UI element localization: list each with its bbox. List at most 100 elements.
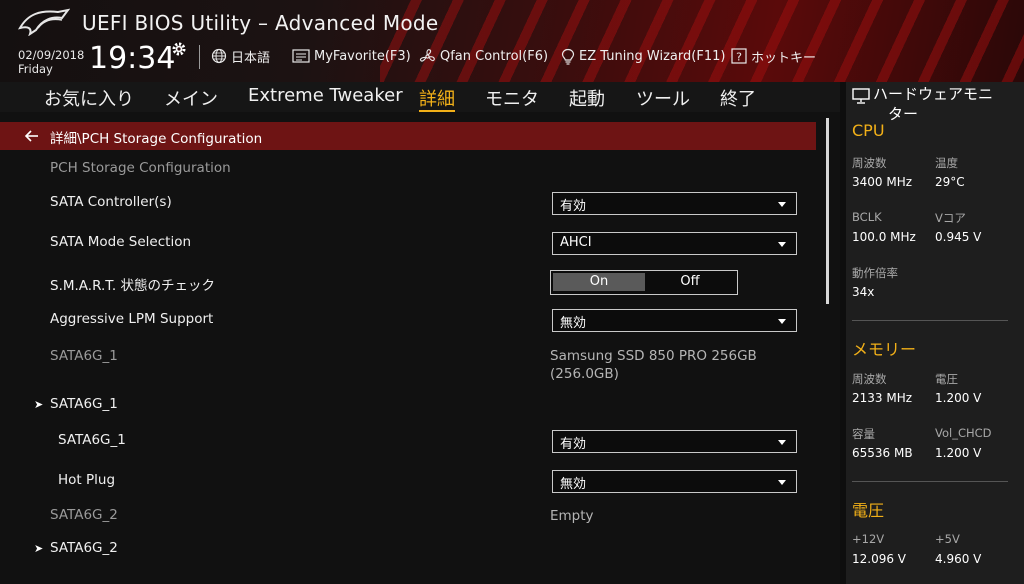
plus5v-label: +5V xyxy=(935,532,960,546)
hot-plug-dropdown[interactable]: 無効 xyxy=(552,470,797,493)
tab-extreme-tweaker[interactable]: Extreme Tweaker xyxy=(248,85,403,106)
divider xyxy=(852,481,1008,482)
date-display: 02/09/2018 xyxy=(18,48,85,62)
chevron-down-icon xyxy=(778,480,786,485)
memory-voltage-value: 1.200 V xyxy=(935,391,982,405)
chevron-down-icon xyxy=(778,242,786,247)
favorite-list-icon xyxy=(292,49,310,63)
tab-favorites[interactable]: お気に入り xyxy=(44,85,134,111)
sata-mode-dropdown[interactable]: AHCI xyxy=(552,232,797,255)
vcore-label: Vコア xyxy=(935,211,966,225)
sata6g-1-device-name: Samsung SSD 850 PRO 256GB xyxy=(550,348,757,364)
sata6g-1-port-dropdown[interactable]: 有効 xyxy=(552,430,797,453)
myfavorite-button[interactable]: MyFavorite(F3) xyxy=(292,46,411,66)
globe-icon xyxy=(211,48,227,64)
section-title: PCH Storage Configuration xyxy=(50,160,231,176)
aggressive-lpm-label: Aggressive LPM Support xyxy=(50,311,214,327)
title-bar: UEFI BIOS Utility – Advanced Mode 02/09/… xyxy=(0,0,1024,82)
main-menu-bar: お気に入り メイン Extreme Tweaker 詳細 モニタ 起動 ツール … xyxy=(0,82,840,112)
bclk-label: BCLK xyxy=(852,210,882,224)
tab-tool[interactable]: ツール xyxy=(636,85,690,111)
sata-controller-dropdown[interactable]: 有効 xyxy=(552,192,797,215)
sata6g-2-submenu[interactable]: SATA6G_2 xyxy=(50,540,118,556)
sata6g-1-info-label: SATA6G_1 xyxy=(50,348,118,364)
memory-frequency-label: 周波数 xyxy=(852,372,887,386)
plus12v-value: 12.096 V xyxy=(852,552,907,566)
cpu-temperature-label: 温度 xyxy=(935,156,958,170)
cpu-frequency-value: 3400 MHz xyxy=(852,175,913,189)
language-label: 日本語 xyxy=(231,50,271,66)
myfavorite-label: MyFavorite(F3) xyxy=(314,48,411,64)
chevron-down-icon xyxy=(778,319,786,324)
memory-section-title: メモリー xyxy=(852,340,917,359)
chevron-down-icon xyxy=(778,440,786,445)
aggressive-lpm-dropdown[interactable]: 無効 xyxy=(552,309,797,332)
smart-check-toggle[interactable]: On Off xyxy=(550,270,738,295)
smart-on-option[interactable]: On xyxy=(553,273,645,291)
smart-check-label: S.M.A.R.T. 状態のチェック xyxy=(50,278,216,294)
tab-monitor[interactable]: モニタ xyxy=(485,85,539,111)
day-display: Friday xyxy=(18,62,53,76)
vol-chcd-label: Vol_CHCD xyxy=(935,426,992,440)
cpu-frequency-label: 周波数 xyxy=(852,156,887,170)
qfan-control-button[interactable]: Qfan Control(F6) xyxy=(419,46,548,66)
app-title: UEFI BIOS Utility – Advanced Mode xyxy=(82,11,439,35)
divider xyxy=(852,320,1008,321)
sata6g-1-port-label: SATA6G_1 xyxy=(58,432,126,448)
vcore-value: 0.945 V xyxy=(935,230,982,244)
vol-chcd-value: 1.200 V xyxy=(935,446,982,460)
fan-icon xyxy=(419,48,435,62)
tab-boot[interactable]: 起動 xyxy=(569,85,605,111)
hardware-monitor-title-line1: ハードウェアモニ xyxy=(873,85,994,103)
breadcrumb: 詳細\PCH Storage Configuration xyxy=(0,122,816,150)
sata6g-2-device-info: Empty xyxy=(550,508,594,524)
rog-logo-icon xyxy=(18,8,70,36)
hardware-monitor-title-line2: ター xyxy=(888,105,919,123)
hot-plug-value: 無効 xyxy=(560,477,587,492)
hot-plug-label: Hot Plug xyxy=(58,472,116,488)
hotkeys-button[interactable]: ? ホットキー xyxy=(731,46,816,66)
ez-tuning-wizard-label: EZ Tuning Wizard(F11) xyxy=(579,48,726,64)
sata6g-2-info-label: SATA6G_2 xyxy=(50,507,118,523)
monitor-icon xyxy=(852,88,870,104)
plus12v-label: +12V xyxy=(852,532,885,546)
cpu-temperature-value: 29°C xyxy=(935,175,965,189)
help-key-icon: ? xyxy=(731,48,747,64)
ez-tuning-wizard-button[interactable]: EZ Tuning Wizard(F11) xyxy=(561,46,725,66)
cpu-ratio-label: 動作倍率 xyxy=(852,266,898,280)
cpu-section-title: CPU xyxy=(852,121,885,140)
memory-frequency-value: 2133 MHz xyxy=(852,391,913,405)
voltage-section-title: 電圧 xyxy=(852,501,885,520)
tab-exit[interactable]: 終了 xyxy=(720,85,756,111)
sata-mode-value: AHCI xyxy=(560,235,592,250)
settings-scrollbar[interactable] xyxy=(826,118,829,304)
sata6g-1-device-info: Samsung SSD 850 PRO 256GB (256.0GB) xyxy=(550,347,757,383)
sata-controller-value: 有効 xyxy=(560,199,587,214)
lightbulb-icon xyxy=(561,48,575,65)
tab-advanced[interactable]: 詳細 xyxy=(419,85,455,111)
memory-capacity-label: 容量 xyxy=(852,427,875,441)
sata6g-1-submenu[interactable]: SATA6G_1 xyxy=(50,396,118,412)
memory-voltage-label: 電圧 xyxy=(935,372,958,386)
tab-main[interactable]: メイン xyxy=(164,85,218,111)
header-decoration xyxy=(380,0,1024,82)
aggressive-lpm-value: 無効 xyxy=(560,316,587,331)
language-button[interactable]: 日本語 xyxy=(211,46,270,66)
memory-capacity-value: 65536 MB xyxy=(852,446,913,460)
submenu-arrow-icon: ➤ xyxy=(34,542,44,555)
sata6g-1-port-value: 有効 xyxy=(560,437,587,452)
sata6g-1-device-size: (256.0GB) xyxy=(550,366,619,382)
submenu-arrow-icon: ➤ xyxy=(34,398,44,411)
gear-icon[interactable] xyxy=(171,41,187,57)
header-divider xyxy=(199,45,200,69)
sata-mode-label: SATA Mode Selection xyxy=(50,234,192,250)
smart-off-option[interactable]: Off xyxy=(645,273,735,291)
svg-text:?: ? xyxy=(736,50,742,63)
qfan-control-label: Qfan Control(F6) xyxy=(440,48,549,64)
plus5v-value: 4.960 V xyxy=(935,552,982,566)
back-arrow-icon[interactable] xyxy=(24,128,40,144)
hotkeys-label: ホットキー xyxy=(751,50,817,66)
bclk-value: 100.0 MHz xyxy=(852,230,916,244)
sata-controller-label: SATA Controller(s) xyxy=(50,194,172,210)
chevron-down-icon xyxy=(778,202,786,207)
